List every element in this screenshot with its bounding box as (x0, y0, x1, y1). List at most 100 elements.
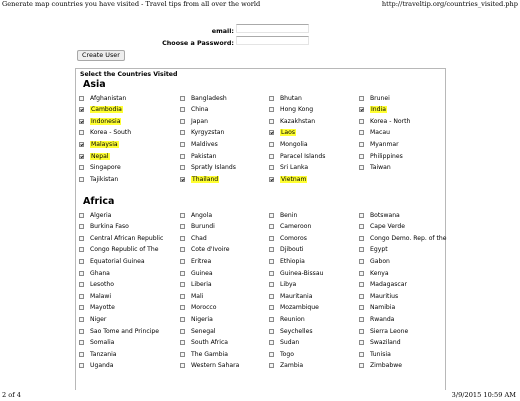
country-checkbox[interactable] (359, 305, 364, 311)
country-item[interactable]: Rwanda (359, 315, 394, 323)
country-item[interactable]: Paracel Islands (269, 152, 325, 160)
country-checkbox[interactable] (180, 130, 185, 136)
country-item[interactable]: Kyrgyzstan (180, 129, 224, 137)
country-item[interactable]: Nigeria (180, 315, 213, 323)
country-item[interactable]: Cape Verde (359, 223, 405, 231)
country-item[interactable]: China (180, 106, 208, 114)
country-item[interactable]: Mozambique (269, 304, 319, 312)
country-item[interactable]: Hong Kong (269, 106, 313, 114)
country-item[interactable]: Senegal (180, 327, 216, 335)
country-checkbox[interactable] (180, 282, 185, 288)
country-item[interactable]: Madagascar (359, 281, 407, 289)
country-item[interactable]: Ghana (79, 269, 110, 277)
country-checkbox[interactable] (79, 258, 84, 264)
country-checkbox[interactable] (79, 235, 84, 241)
country-checkbox[interactable] (359, 282, 364, 288)
country-item[interactable]: Algeria (79, 211, 111, 219)
country-checkbox[interactable] (359, 363, 364, 369)
country-checkbox[interactable] (79, 340, 84, 346)
country-item[interactable]: Lesotho (79, 281, 114, 289)
country-checkbox[interactable] (79, 224, 84, 230)
country-item[interactable]: Liberia (180, 281, 212, 289)
country-checkbox[interactable] (180, 235, 185, 241)
country-checkbox[interactable] (359, 212, 364, 218)
country-checkbox[interactable] (180, 95, 185, 101)
country-checkbox[interactable] (180, 224, 185, 230)
country-checkbox[interactable] (180, 270, 185, 276)
country-item[interactable]: Pakistan (180, 152, 217, 160)
country-item[interactable]: Reunion (269, 315, 305, 323)
country-item[interactable]: Mali (180, 292, 203, 300)
country-item[interactable]: Indonesia (79, 117, 122, 125)
country-checkbox[interactable] (359, 328, 364, 334)
create-user-button[interactable]: Create User (77, 50, 125, 61)
country-item[interactable]: Ethiopia (269, 257, 305, 265)
country-item[interactable]: Korea - North (359, 117, 410, 125)
country-checkbox[interactable] (79, 270, 84, 276)
country-item[interactable]: Korea - South (79, 129, 131, 137)
country-item[interactable]: Guinea-Bissau (269, 269, 323, 277)
country-checkbox[interactable] (359, 224, 364, 230)
country-checkbox[interactable] (269, 351, 274, 357)
country-checkbox[interactable] (269, 270, 274, 276)
country-checkbox[interactable] (269, 328, 274, 334)
country-item[interactable]: Myanmar (359, 140, 399, 148)
country-item[interactable]: Benin (269, 211, 297, 219)
country-checkbox[interactable] (180, 141, 185, 147)
country-checkbox[interactable] (269, 153, 274, 159)
country-checkbox[interactable] (269, 247, 274, 253)
country-item[interactable]: Western Sahara (180, 362, 239, 370)
country-checkbox[interactable] (269, 118, 274, 124)
country-item[interactable]: Sao Tome and Principe (79, 327, 159, 335)
country-checkbox[interactable] (359, 351, 364, 357)
country-item[interactable]: Thailand (180, 175, 220, 183)
country-item[interactable]: Mauritania (269, 292, 312, 300)
country-checkbox[interactable] (269, 165, 274, 171)
country-checkbox[interactable] (79, 316, 84, 322)
country-checkbox[interactable] (79, 247, 84, 253)
country-checkbox[interactable] (269, 363, 274, 369)
country-item[interactable]: Mongolia (269, 140, 308, 148)
country-checkbox[interactable] (269, 282, 274, 288)
country-item[interactable]: Burundi (180, 223, 215, 231)
country-checkbox[interactable] (180, 107, 185, 113)
country-item[interactable]: Chad (180, 234, 207, 242)
country-item[interactable]: Uganda (79, 362, 114, 370)
country-item[interactable]: Sri Lanka (269, 164, 308, 172)
country-checkbox[interactable] (180, 118, 185, 124)
country-item[interactable]: Zimbabwe (359, 362, 402, 370)
country-item[interactable]: Japan (180, 117, 208, 125)
country-checkbox[interactable] (79, 282, 84, 288)
country-item[interactable]: Morocco (180, 304, 217, 312)
country-item[interactable]: Niger (79, 315, 106, 323)
country-checkbox[interactable] (79, 351, 84, 357)
country-checkbox[interactable] (359, 247, 364, 253)
country-item[interactable]: Kazakhstan (269, 117, 315, 125)
country-item[interactable]: Burkina Faso (79, 223, 129, 231)
country-item[interactable]: Zambia (269, 362, 303, 370)
country-checkbox[interactable] (359, 141, 364, 147)
country-checkbox[interactable] (269, 235, 274, 241)
country-item[interactable]: Comoros (269, 234, 307, 242)
email-field[interactable] (236, 24, 309, 33)
country-checkbox[interactable] (180, 340, 185, 346)
country-item[interactable]: Swaziland (359, 339, 401, 347)
country-item[interactable]: Cote d'Ivoire (180, 246, 230, 254)
country-checkbox[interactable] (359, 118, 364, 124)
country-item[interactable]: Laos (269, 129, 297, 137)
country-checkbox[interactable] (180, 316, 185, 322)
country-item[interactable]: Singapore (79, 164, 121, 172)
country-checkbox[interactable] (79, 212, 84, 218)
country-checkbox[interactable] (79, 305, 84, 311)
country-checkbox[interactable] (269, 212, 274, 218)
country-checkbox[interactable] (79, 165, 84, 171)
country-item[interactable]: South Africa (180, 339, 228, 347)
country-checkbox[interactable] (180, 258, 185, 264)
country-item[interactable]: Gabon (359, 257, 390, 265)
country-item[interactable]: Sudan (269, 339, 299, 347)
country-checkbox[interactable] (180, 363, 185, 369)
country-item[interactable]: Nepal (79, 152, 110, 160)
country-checkbox[interactable] (359, 165, 364, 171)
country-item[interactable]: Taiwan (359, 164, 391, 172)
country-item[interactable]: Maldives (180, 140, 218, 148)
